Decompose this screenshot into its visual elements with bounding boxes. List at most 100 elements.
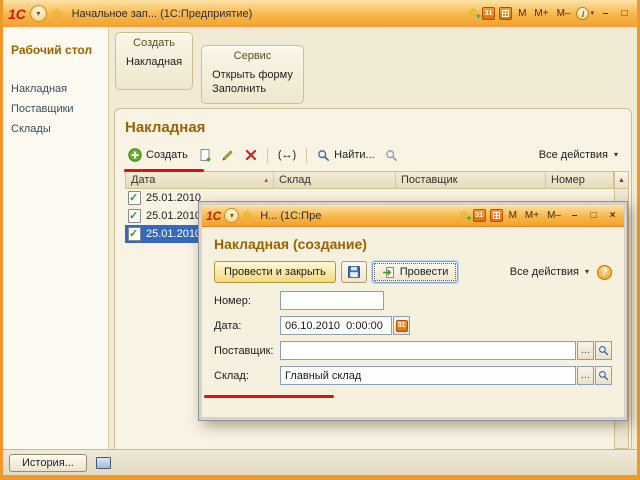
window-title: Начальное зап... (1С:Предприятие) — [72, 8, 253, 20]
row-date: 25.01.2010 — [146, 210, 201, 222]
dialog-titlebar: 1С ▾ ★ Н... (1С:Пре ★ + 31 М М+ М– – □ × — [202, 205, 624, 227]
delete-button[interactable] — [242, 146, 260, 164]
add-favorite-button[interactable]: ★ + — [468, 8, 478, 19]
memory-m-minus-button[interactable]: М– — [545, 210, 563, 222]
number-label: Номер: — [214, 295, 280, 307]
date-label: Дата: — [214, 320, 280, 332]
memory-m-button[interactable]: М — [516, 8, 528, 20]
supplier-select-button[interactable]: … — [577, 341, 594, 360]
dialog-body: Накладная (создание) Провести и закрыть … — [202, 227, 624, 417]
calendar-button[interactable]: 31 — [482, 7, 495, 20]
warehouse-label: Склад: — [214, 370, 280, 382]
memory-m-button[interactable]: М — [507, 210, 519, 222]
memory-m-plus-button[interactable]: М+ — [532, 8, 550, 20]
column-header-nomer[interactable]: Номер — [546, 172, 613, 188]
create-button-label: Создать — [146, 149, 188, 161]
number-input[interactable] — [280, 291, 384, 310]
1c-logo-icon: 1С — [206, 210, 221, 222]
find-button-label: Найти... — [334, 149, 375, 161]
warehouse-input[interactable] — [280, 366, 576, 385]
main-titlebar: 1С ▾ ★ Начальное зап... (1С:Предприятие)… — [3, 0, 637, 27]
all-actions-label: Все действия — [539, 149, 608, 161]
document-check-icon: ✓ — [128, 209, 141, 223]
create-nakladnaya-button[interactable]: Накладная — [126, 56, 182, 68]
calculator-button[interactable] — [490, 209, 503, 222]
dialog-title: Н... (1С:Пре — [260, 210, 321, 222]
plus-icon: + — [466, 214, 471, 223]
toolbar-separator — [267, 148, 268, 163]
supplier-search-button[interactable] — [595, 341, 612, 360]
date-input[interactable] — [280, 316, 392, 335]
all-actions-button[interactable]: Все действия ▾ — [536, 147, 621, 163]
memory-m-minus-button[interactable]: М– — [555, 8, 573, 20]
calculator-grid-icon — [502, 10, 509, 17]
calendar-button[interactable]: 31 — [473, 209, 486, 222]
info-button[interactable]: i ▾ — [576, 7, 594, 20]
create-button[interactable]: Создать — [125, 146, 191, 164]
supplier-input[interactable] — [280, 341, 576, 360]
check-icon: ✓ — [129, 191, 138, 205]
sort-asc-icon: ▴ — [264, 176, 268, 184]
minimize-button[interactable]: – — [567, 209, 582, 222]
main-menu-button[interactable]: ▾ — [30, 5, 47, 22]
favorites-star-icon[interactable]: ★ — [51, 7, 63, 20]
swap-button[interactable]: (↔) — [275, 147, 299, 163]
check-icon: ✓ — [129, 227, 138, 241]
date-picker-button[interactable]: 31 — [393, 316, 410, 335]
warehouse-select-button[interactable]: … — [577, 366, 594, 385]
1c-logo-icon: 1С — [8, 7, 26, 21]
group-title-create: Создать — [126, 37, 182, 49]
document-check-icon: ✓ — [128, 191, 141, 205]
maximize-button[interactable]: □ — [617, 7, 632, 20]
open-form-button[interactable]: Открыть форму — [212, 69, 293, 81]
post-document-icon — [382, 266, 395, 279]
post-and-close-button[interactable]: Провести и закрыть — [214, 261, 336, 283]
sidebar-item-nakladnaya[interactable]: Накладная — [11, 83, 100, 95]
copy-button[interactable] — [196, 146, 214, 164]
open-windows-button[interactable] — [93, 453, 115, 472]
sidebar-title: Рабочий стол — [11, 43, 100, 57]
find-button[interactable]: Найти... — [314, 147, 378, 164]
maximize-button[interactable]: □ — [586, 209, 601, 222]
floppy-save-icon — [347, 265, 361, 279]
column-label: Дата — [131, 174, 155, 186]
cancel-search-button[interactable] — [383, 146, 401, 164]
warehouse-field-row: Склад: … — [214, 366, 612, 385]
supplier-field-row: Поставщик: … — [214, 341, 612, 360]
delete-x-icon — [245, 149, 257, 161]
sidebar-item-sklady[interactable]: Склады — [11, 123, 100, 135]
warehouse-search-button[interactable] — [595, 366, 612, 385]
post-button[interactable]: Провести — [372, 261, 459, 283]
calculator-button[interactable] — [499, 7, 512, 20]
sidebar-item-postavshiki[interactable]: Поставщики — [11, 103, 100, 115]
chevron-down-icon: ▾ — [585, 268, 589, 276]
table-header: Дата ▴ Склад Поставщик Номер — [125, 171, 614, 189]
list-toolbar: Создать (↔) Найт — [125, 146, 629, 171]
check-icon: ✓ — [129, 209, 138, 223]
save-button[interactable] — [341, 261, 367, 283]
search-icon — [598, 370, 609, 381]
pencil-icon — [221, 149, 234, 162]
column-header-date[interactable]: Дата ▴ — [126, 172, 274, 188]
edit-button[interactable] — [219, 146, 237, 164]
status-bar: История... — [3, 449, 637, 475]
date-field-row: Дата: 31 — [214, 316, 612, 335]
scroll-up-button[interactable]: ▲ — [615, 172, 628, 189]
add-favorite-button[interactable]: ★ + — [459, 210, 469, 221]
fill-button[interactable]: Заполнить — [212, 83, 293, 95]
row-date: 25.01.2010 — [146, 228, 201, 240]
calendar-day-label: 31 — [398, 322, 406, 329]
calculator-grid-icon — [493, 212, 500, 219]
help-button[interactable]: ? — [597, 265, 612, 280]
memory-m-plus-button[interactable]: М+ — [523, 210, 541, 222]
close-button[interactable]: × — [605, 209, 620, 222]
minimize-button[interactable]: – — [598, 7, 613, 20]
dialog-menu-button[interactable]: ▾ — [224, 208, 239, 223]
column-header-postavshik[interactable]: Поставщик — [396, 172, 546, 188]
history-button[interactable]: История... — [9, 454, 87, 472]
chevron-down-icon: ▾ — [230, 212, 234, 220]
chevron-down-icon: ▾ — [590, 10, 594, 17]
column-header-sklad[interactable]: Склад — [274, 172, 396, 188]
favorites-star-icon[interactable]: ★ — [242, 210, 252, 221]
dialog-all-actions-button[interactable]: Все действия ▾ — [507, 264, 592, 280]
